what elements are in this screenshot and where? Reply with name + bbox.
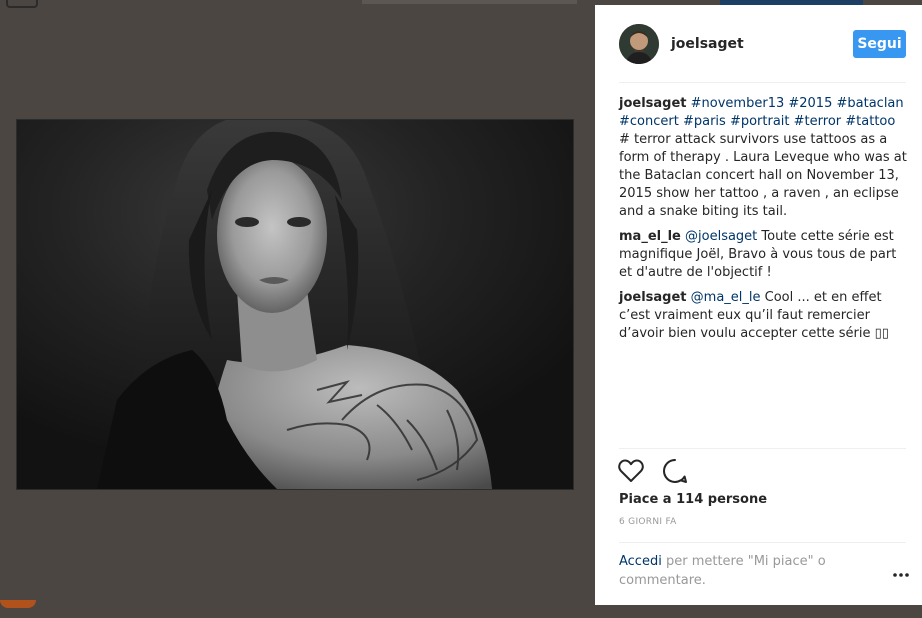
post-actions [617, 457, 689, 487]
comment-username[interactable]: joelsaget [619, 96, 687, 111]
background-element [0, 600, 36, 608]
comment-bubble-icon[interactable] [661, 457, 689, 485]
comment-text: # terror attack survivors use tattoos as… [619, 132, 907, 219]
hashtag-link[interactable]: #paris [683, 114, 726, 129]
more-options-icon[interactable] [891, 567, 911, 583]
comment: joelsaget @ma_el_le Cool ... et en effet… [619, 289, 909, 343]
login-prompt: Accedi per mettere "Mi piace" o commenta… [619, 552, 859, 590]
hashtag-link[interactable]: #tattoo [845, 114, 895, 129]
hashtag-link[interactable]: @joelsaget [685, 229, 757, 244]
hashtag-link[interactable]: #portrait [730, 114, 790, 129]
comment: ma_el_le @joelsaget Toute cette série es… [619, 228, 909, 282]
divider [619, 82, 906, 83]
post-author-username[interactable]: joelsaget [671, 36, 744, 52]
post-header: joelsaget Segui [595, 5, 922, 82]
comment-username[interactable]: ma_el_le [619, 229, 681, 244]
hashtag-link[interactable]: #bataclan [837, 96, 904, 111]
heart-icon[interactable] [617, 457, 645, 485]
follow-button[interactable]: Segui [853, 30, 906, 58]
portrait-image [17, 120, 573, 489]
hashtag-link[interactable]: @ma_el_le [691, 290, 761, 305]
post-photo[interactable] [16, 119, 574, 490]
avatar[interactable] [619, 24, 659, 64]
like-count[interactable]: Piace a 114 persone [619, 492, 767, 507]
post-timestamp[interactable]: 6 GIORNI FA [619, 517, 677, 527]
comment-username[interactable]: joelsaget [619, 290, 687, 305]
background-element [6, 0, 38, 8]
divider [619, 542, 906, 543]
hashtag-link[interactable]: #november13 [691, 96, 785, 111]
hashtag-link[interactable]: #concert [619, 114, 679, 129]
hashtag-link[interactable]: #terror [794, 114, 841, 129]
comment: joelsaget #november13 #2015 #bataclan #c… [619, 95, 909, 221]
comment-list: joelsaget #november13 #2015 #bataclan #c… [619, 95, 909, 350]
divider [619, 448, 906, 449]
background-bar [362, 0, 577, 4]
avatar-image [619, 24, 659, 64]
login-link[interactable]: Accedi [619, 554, 662, 569]
hashtag-link[interactable]: #2015 [788, 96, 832, 111]
post-details-panel: joelsaget Segui joelsaget #november13 #2… [595, 5, 922, 605]
